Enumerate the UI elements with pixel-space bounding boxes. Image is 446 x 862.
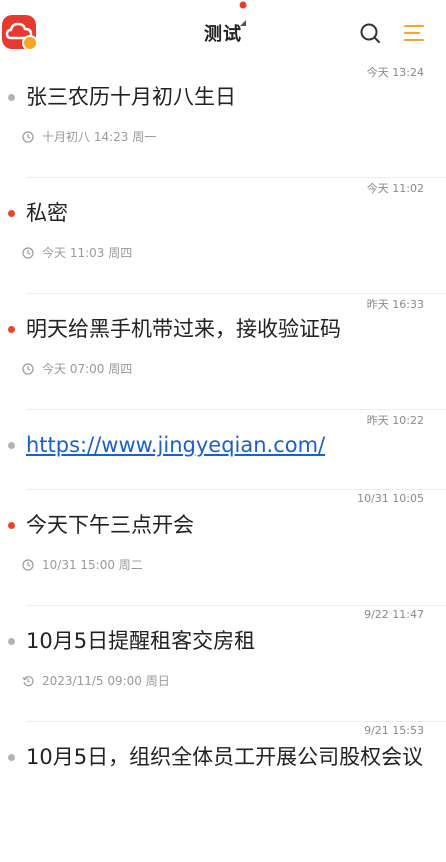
note-item[interactable]: 昨天 10:22 https://www.jingyeqian.com/	[0, 410, 446, 490]
note-modified-time: 昨天 10:22	[366, 414, 424, 427]
note-text[interactable]: 今天下午三点开会	[26, 510, 430, 540]
note-reminder: 十月初八 14:23 周一	[22, 128, 156, 145]
note-reminder: 2023/11/5 09:00 周日	[22, 672, 170, 689]
note-item[interactable]: 昨天 16:33 明天给黑手机带过来，接收验证码 今天 07:00 周四	[0, 294, 446, 410]
note-dot-icon	[8, 326, 15, 333]
note-item[interactable]: 9/21 15:53 10月5日，组织全体员工开展公司股权会议	[0, 722, 446, 862]
repeat-clock-icon	[22, 675, 34, 686]
note-text[interactable]: 10月5日，组织全体员工开展公司股权会议	[26, 742, 430, 772]
note-reminder: 今天 07:00 周四	[22, 360, 132, 377]
page-title[interactable]: 测试	[204, 24, 242, 45]
note-dot-icon	[8, 442, 15, 449]
note-modified-time: 9/22 11:47	[364, 608, 424, 621]
clock-icon	[22, 558, 34, 571]
note-dot-icon	[8, 522, 15, 529]
note-modified-time: 今天 13:24	[366, 66, 424, 79]
note-dot-icon	[8, 638, 15, 645]
note-dot-icon	[8, 94, 15, 101]
clock-icon	[22, 362, 34, 375]
reminder-text: 2023/11/5 09:00 周日	[42, 674, 170, 688]
note-text[interactable]: 私密	[26, 198, 430, 228]
note-text[interactable]: 张三农历十月初八生日	[26, 82, 430, 112]
app-header: 测试	[0, 0, 446, 62]
clock-icon	[22, 130, 34, 143]
menu-icon[interactable]	[403, 22, 425, 44]
note-modified-time: 10/31 10:05	[357, 492, 424, 505]
note-item[interactable]: 今天 13:24 张三农历十月初八生日 十月初八 14:23 周一	[0, 62, 446, 178]
note-item[interactable]: 10/31 10:05 今天下午三点开会 10/31 15:00 周二	[0, 490, 446, 606]
note-modified-time: 昨天 16:33	[366, 298, 424, 311]
reminder-text: 今天 07:00 周四	[42, 362, 133, 376]
note-text[interactable]: 明天给黑手机带过来，接收验证码	[26, 314, 430, 344]
note-list: 今天 13:24 张三农历十月初八生日 十月初八 14:23 周一 今天 11:…	[0, 62, 446, 862]
note-dot-icon	[8, 210, 15, 217]
note-modified-time: 今天 11:02	[366, 182, 424, 195]
note-modified-time: 9/21 15:53	[364, 724, 424, 737]
search-icon[interactable]	[359, 22, 381, 44]
note-text[interactable]: 10月5日提醒租客交房租	[26, 626, 430, 656]
note-item[interactable]: 9/22 11:47 10月5日提醒租客交房租 2023/11/5 09:00 …	[0, 606, 446, 722]
reminder-text: 10/31 15:00 周二	[42, 558, 143, 572]
note-reminder: 今天 11:03 周四	[22, 244, 132, 261]
reminder-text: 今天 11:03 周四	[42, 246, 133, 260]
note-item[interactable]: 今天 11:02 私密 今天 11:03 周四	[0, 178, 446, 294]
clock-icon	[22, 246, 34, 259]
title-status-marker-icon	[239, 1, 247, 26]
note-dot-icon	[8, 754, 15, 761]
reminder-text: 十月初八 14:23 周一	[42, 130, 157, 144]
note-link[interactable]: https://www.jingyeqian.com/	[26, 430, 430, 460]
note-reminder: 10/31 15:00 周二	[22, 556, 143, 573]
